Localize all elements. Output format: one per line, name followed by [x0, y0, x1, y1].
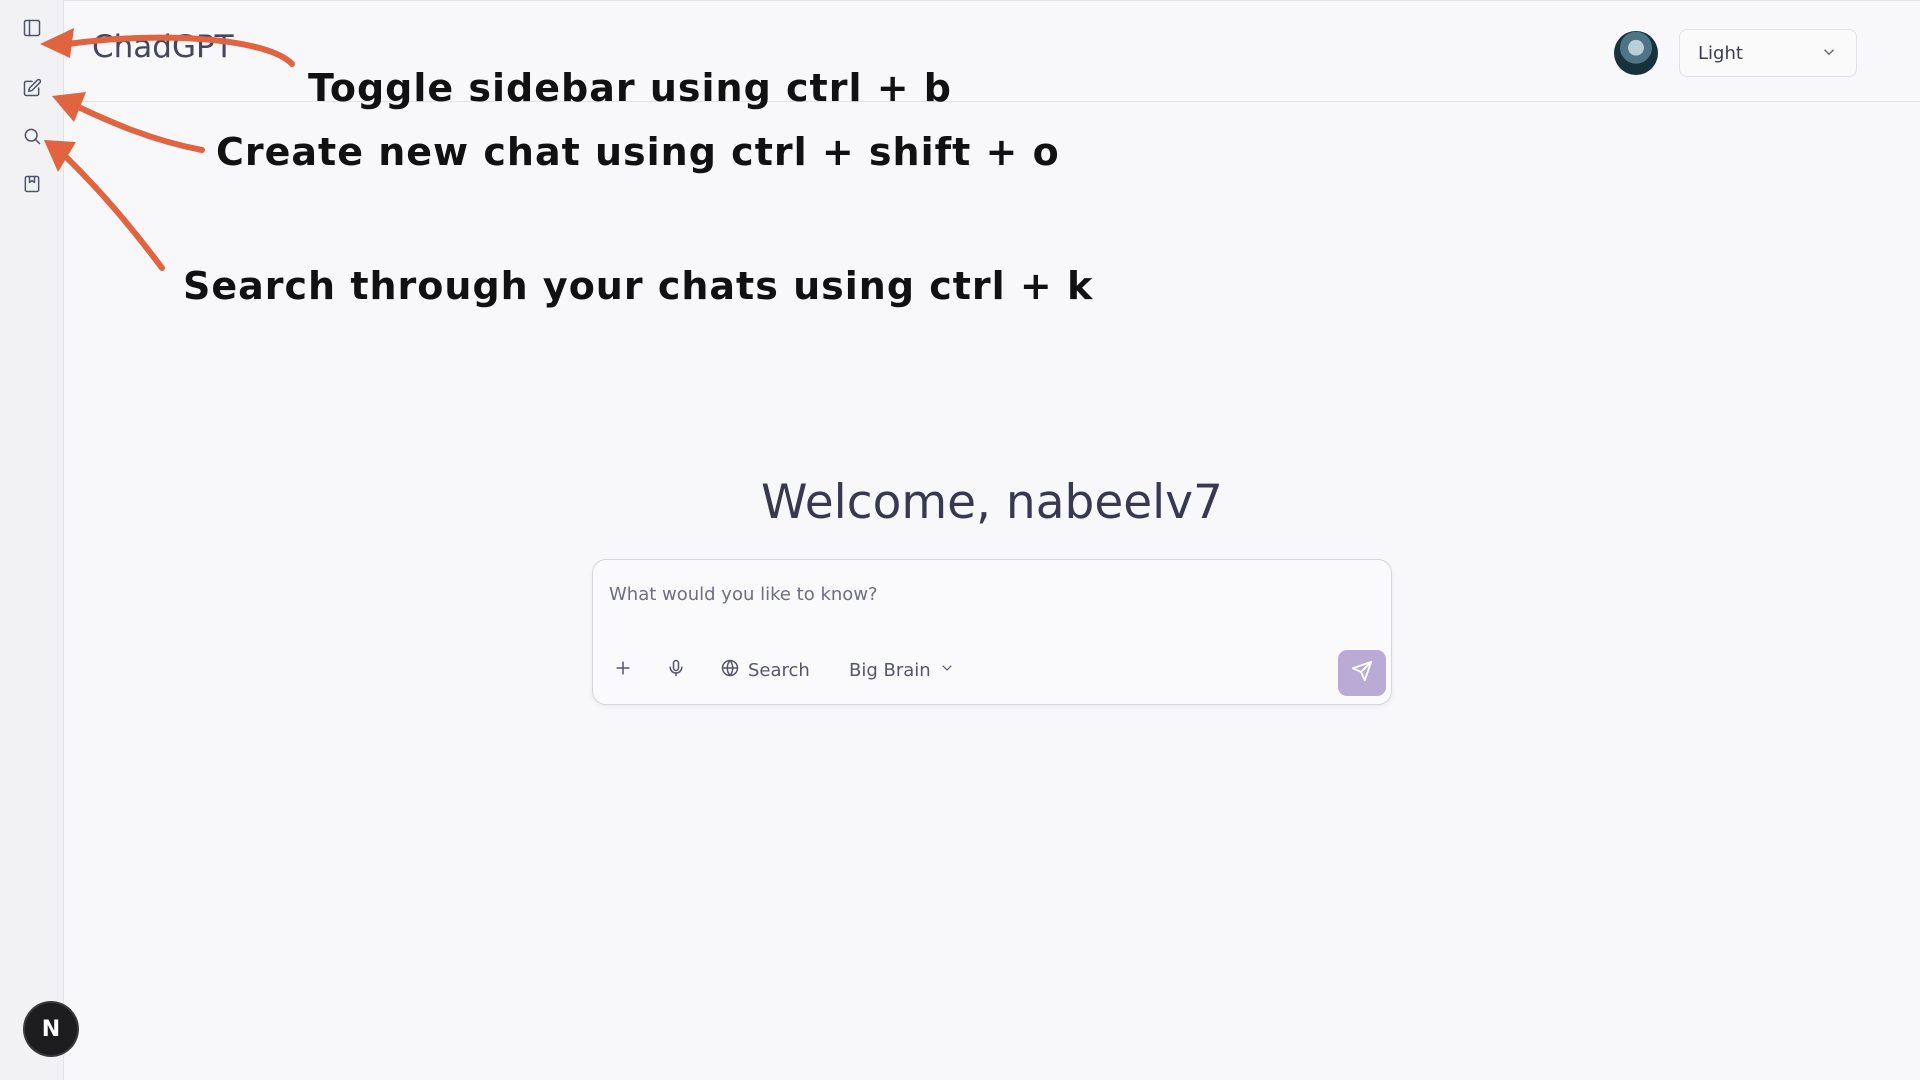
chevron-down-icon: [1820, 43, 1838, 61]
theme-select[interactable]: Light: [1679, 29, 1857, 77]
send-button[interactable]: [1338, 650, 1386, 696]
plus-icon: [613, 658, 633, 683]
model-select[interactable]: Big Brain: [849, 655, 955, 685]
edit-icon: [22, 78, 42, 102]
chat-composer: Search Big Brain: [592, 559, 1392, 705]
globe-icon: [720, 658, 740, 683]
annotation-search-chats: Search through your chats using ctrl + k: [183, 264, 1094, 308]
library-button[interactable]: [16, 170, 48, 202]
theme-select-value: Light: [1698, 42, 1743, 64]
annotation-toggle-sidebar: Toggle sidebar using ctrl + b: [308, 66, 952, 110]
brand-title: ChadGPT: [92, 29, 234, 65]
account-badge[interactable]: N: [25, 1003, 77, 1055]
send-icon: [1351, 660, 1373, 686]
search-icon: [22, 126, 42, 150]
sidebar-rail: N: [0, 0, 77, 1080]
sidebar-icon: [22, 18, 42, 42]
avatar[interactable]: [1614, 31, 1658, 75]
search-chats-button[interactable]: [16, 122, 48, 154]
bookmark-icon: [22, 174, 42, 198]
new-chat-button[interactable]: [16, 74, 48, 106]
attach-button[interactable]: [613, 655, 633, 685]
arrow-new-chat: [69, 101, 205, 153]
arrow-search: [61, 152, 165, 271]
welcome-heading: Welcome, nabeelv7: [761, 475, 1223, 530]
web-search-button[interactable]: Search: [720, 655, 810, 685]
annotation-new-chat: Create new chat using ctrl + shift + o: [216, 130, 1060, 174]
voice-button[interactable]: [666, 655, 686, 685]
model-select-label: Big Brain: [849, 659, 931, 681]
chevron-down-icon: [939, 660, 955, 681]
app-window: N ChadGPT Light Welcome, nabeelv7 What w…: [0, 0, 1920, 1080]
web-search-label: Search: [748, 659, 810, 681]
microphone-icon: [666, 658, 686, 683]
toggle-sidebar-button[interactable]: [16, 14, 48, 46]
chat-input[interactable]: [609, 578, 1349, 610]
